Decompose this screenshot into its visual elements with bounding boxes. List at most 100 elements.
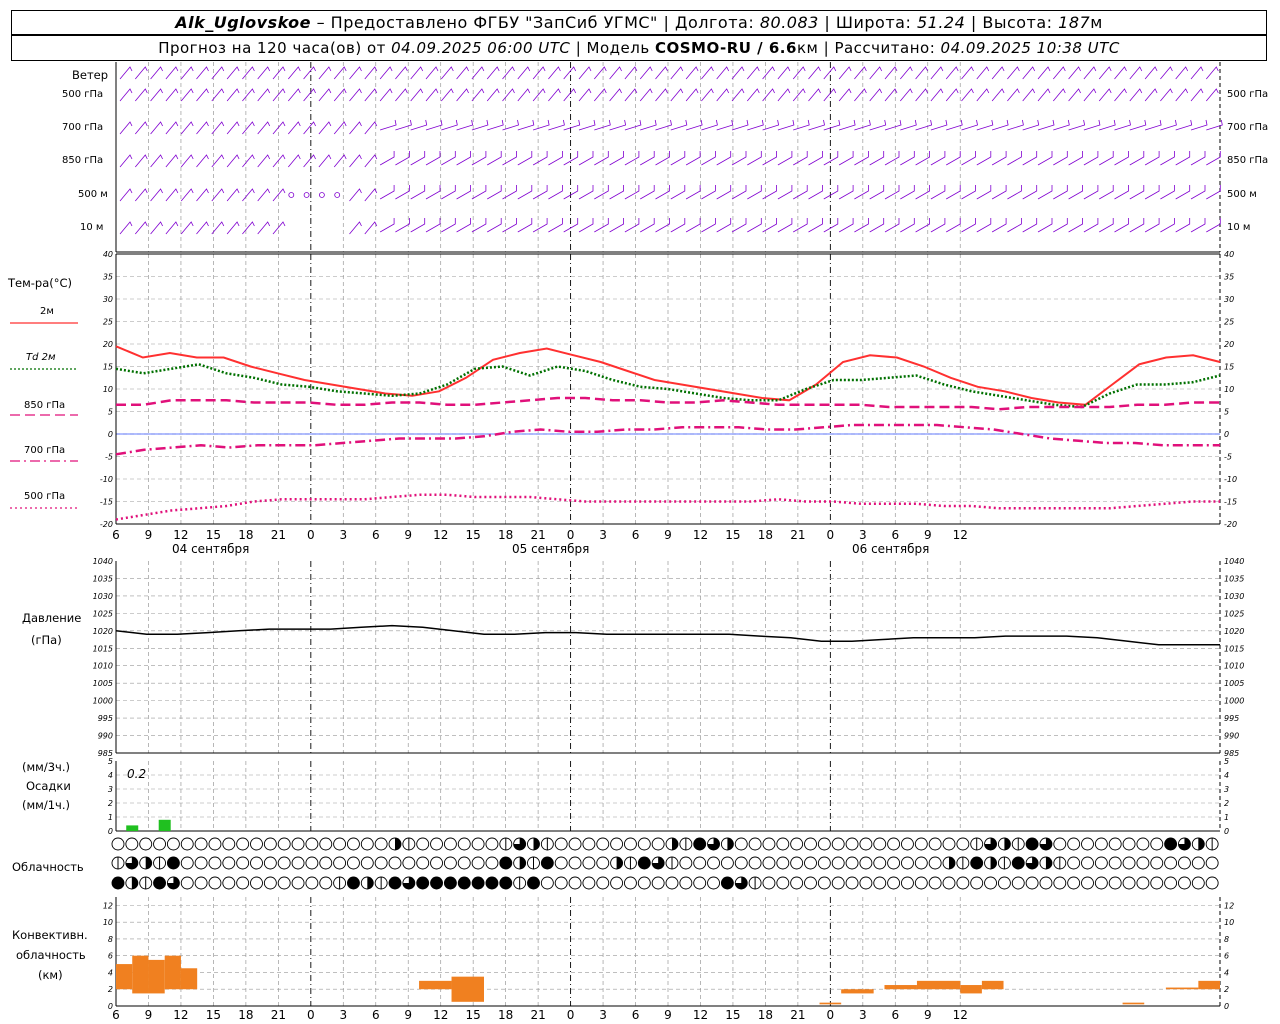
temp-xtick: 21 bbox=[530, 528, 545, 542]
wind-barb bbox=[502, 151, 517, 166]
cloud-cover-circle bbox=[277, 856, 291, 870]
wind-barb bbox=[685, 185, 701, 200]
pres-ytick-right: 1005 bbox=[1224, 679, 1244, 688]
wind-barb bbox=[594, 119, 611, 131]
prec-ytick-left: 2 bbox=[108, 799, 113, 808]
cloud-cover-circle bbox=[1053, 876, 1067, 890]
wind-barb bbox=[165, 188, 179, 202]
cloud-cover-circle bbox=[693, 876, 707, 890]
wind-barb bbox=[578, 185, 594, 200]
wind-barb bbox=[333, 121, 347, 135]
wind-barb bbox=[165, 154, 179, 168]
wind-barb bbox=[793, 151, 808, 166]
prec-ytick-right: 4 bbox=[1224, 771, 1229, 780]
wind-barb bbox=[395, 151, 410, 166]
wind-barb bbox=[578, 119, 596, 131]
temp-ytick-right: -15 bbox=[1224, 498, 1237, 507]
wind-barb bbox=[777, 151, 793, 166]
wind-barb bbox=[655, 66, 668, 80]
wind-barb bbox=[180, 188, 194, 202]
conv-xtick: 15 bbox=[206, 1008, 221, 1022]
cloud-cover-circle bbox=[402, 856, 416, 870]
wind-barb bbox=[976, 151, 992, 166]
cloud-cover-circle bbox=[928, 856, 942, 870]
cloud-cover-circle bbox=[665, 876, 679, 890]
wind-barb bbox=[196, 88, 209, 102]
temp-ytick-right: -10 bbox=[1224, 475, 1237, 484]
wind-barb bbox=[655, 119, 672, 131]
wind-barb bbox=[609, 88, 622, 102]
wind-barb bbox=[854, 218, 869, 233]
wind-barb bbox=[731, 185, 747, 200]
wind-barb bbox=[226, 121, 240, 135]
wind-barb bbox=[379, 218, 395, 233]
wind-barb bbox=[364, 66, 378, 80]
wind-barb bbox=[777, 88, 791, 102]
pres-ytick-left: 1035 bbox=[93, 574, 113, 583]
wind-barb bbox=[930, 218, 946, 233]
wind-barb bbox=[716, 66, 730, 80]
wind-barb bbox=[609, 151, 624, 166]
wind-barb bbox=[502, 185, 517, 200]
cloud-cover-circle bbox=[873, 856, 887, 870]
wind-barb bbox=[731, 66, 745, 80]
wind-barb bbox=[134, 121, 148, 135]
temp-series-line bbox=[115, 363, 1221, 409]
wind-barb bbox=[395, 66, 408, 80]
temp-xtick: 6 bbox=[112, 528, 120, 542]
conv-ytick-left: 2 bbox=[108, 985, 113, 994]
wind-barb bbox=[1114, 185, 1129, 200]
wind-barb bbox=[1114, 66, 1127, 80]
cloud-cover-circle bbox=[887, 856, 901, 870]
pres-ytick-left: 995 bbox=[98, 714, 113, 723]
cloud-cover-circle bbox=[776, 876, 790, 890]
wind-barb bbox=[165, 66, 179, 80]
pres-ytick-left: 1025 bbox=[93, 609, 113, 618]
wind-barb bbox=[425, 218, 441, 233]
wind-barb bbox=[685, 218, 701, 233]
temp-xtick: 9 bbox=[145, 528, 153, 542]
wind-barb bbox=[593, 88, 607, 102]
cloud-cover-circle bbox=[305, 876, 319, 890]
prec-ytick-right: 2 bbox=[1224, 799, 1229, 808]
wind-barb bbox=[624, 119, 642, 131]
conv-xtick: 9 bbox=[145, 1008, 153, 1022]
wind-calm-circle bbox=[288, 192, 295, 198]
cloud-cover-circle bbox=[457, 837, 471, 851]
wind-barb bbox=[793, 119, 810, 131]
temp-ytick-left: -5 bbox=[105, 453, 113, 462]
cloud-cover-full bbox=[430, 877, 443, 889]
cloud-cover-circle bbox=[804, 856, 817, 870]
cloud-cover-circle bbox=[1039, 876, 1053, 890]
wind-barb bbox=[487, 185, 502, 200]
wind-barb bbox=[410, 119, 428, 131]
cloud-cover-circle bbox=[194, 876, 208, 890]
cloud-cover-circle bbox=[762, 837, 776, 851]
wind-barb bbox=[226, 188, 240, 202]
wind-barb bbox=[440, 88, 454, 102]
wind-barb bbox=[731, 119, 749, 131]
wind-barb bbox=[517, 88, 531, 102]
cloud-cover-circle bbox=[748, 837, 762, 851]
wind-barb bbox=[670, 119, 688, 131]
wind-barb bbox=[793, 185, 808, 200]
wind-barb bbox=[1068, 151, 1083, 166]
wind-barb bbox=[318, 121, 332, 135]
wind-barb bbox=[670, 88, 684, 102]
wind-barb bbox=[747, 218, 762, 233]
cloud-cover-circle bbox=[166, 837, 180, 851]
wind-barb bbox=[946, 151, 961, 166]
wind-barb bbox=[900, 151, 915, 166]
wind-barb bbox=[1144, 185, 1160, 200]
wind-barb bbox=[731, 151, 747, 166]
wind-barb bbox=[609, 185, 624, 200]
wind-barb bbox=[272, 66, 286, 80]
temp-ytick-left: -15 bbox=[100, 498, 113, 507]
wind-barb bbox=[226, 88, 240, 102]
cloud-cover-circle bbox=[1081, 837, 1094, 851]
wind-barb bbox=[226, 221, 240, 235]
cloud-cover-circle bbox=[125, 837, 139, 851]
conv-xtick: 9 bbox=[404, 1008, 412, 1022]
wind-barb bbox=[318, 154, 332, 168]
wind-barb bbox=[487, 218, 502, 233]
